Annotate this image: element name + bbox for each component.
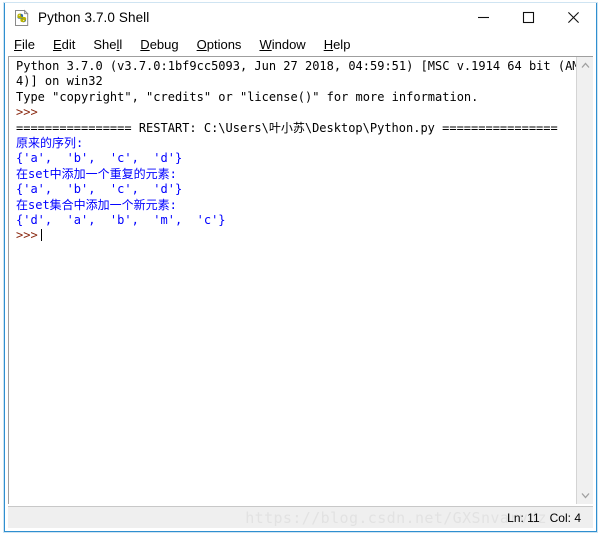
menu-item-edit[interactable]: Edit	[53, 37, 84, 52]
minimize-icon	[478, 16, 489, 19]
vertical-scrollbar[interactable]	[576, 57, 593, 504]
shell-prompt-line: >>>	[16, 228, 576, 243]
shell-line: 在set集合中添加一个新元素:	[16, 197, 177, 212]
menu-item-file[interactable]: File	[14, 37, 44, 52]
shell-body: Python 3.7.0 (v3.7.0:1bf9cc5093, Jun 27 …	[8, 56, 593, 504]
shell-line: 原来的序列:	[16, 136, 84, 151]
menu-item-window[interactable]: Window	[259, 37, 314, 52]
scrollbar-track[interactable]	[576, 74, 593, 487]
scroll-up-icon[interactable]	[577, 57, 594, 74]
shell-text-area[interactable]: Python 3.7.0 (v3.7.0:1bf9cc5093, Jun 27 …	[9, 57, 576, 504]
shell-line: Python 3.7.0 (v3.7.0:1bf9cc5093, Jun 27 …	[16, 59, 576, 73]
shell-line: >>>	[16, 105, 45, 120]
window-controls	[461, 3, 596, 32]
maximize-button[interactable]	[506, 3, 551, 32]
shell-line: {'a', 'b', 'c', 'd'}	[16, 151, 183, 166]
shell-prompt: >>>	[16, 228, 38, 243]
status-column-indicator: Col: 4	[549, 510, 581, 525]
shell-line: 在set中添加一个重复的元素:	[16, 166, 177, 181]
shell-line: 4)] on win32	[16, 74, 103, 89]
window-title: Python 3.7.0 Shell	[38, 10, 150, 25]
python-shell-window: Python 3.7.0 Shell File Edit Shell Debug…	[3, 2, 598, 533]
close-icon	[568, 12, 579, 23]
menu-bar: File Edit Shell Debug Options Window Hel…	[5, 32, 596, 56]
title-bar[interactable]: Python 3.7.0 Shell	[5, 3, 596, 32]
shell-line: ================ RESTART: C:\Users\叶小苏\D…	[16, 120, 558, 135]
menu-item-debug[interactable]: Debug	[140, 37, 187, 52]
maximize-icon	[522, 11, 535, 24]
watermark-text: https://blog.csdn.net/GXSnvarvdz	[245, 508, 547, 527]
menu-item-shell[interactable]: Shell	[93, 37, 131, 52]
shell-line: Type "copyright", "credits" or "license(…	[16, 89, 479, 104]
text-cursor	[40, 229, 43, 242]
close-button[interactable]	[551, 3, 596, 32]
minimize-button[interactable]	[461, 3, 506, 32]
shell-line: {'d', 'a', 'b', 'm', 'c'}	[16, 213, 226, 228]
scroll-down-icon[interactable]	[577, 487, 594, 504]
shell-line: {'a', 'b', 'c', 'd'}	[16, 182, 183, 197]
status-line-indicator: Ln: 11	[507, 510, 540, 525]
menu-item-help[interactable]: Help	[324, 37, 360, 52]
python-file-icon	[13, 9, 31, 27]
menu-item-options[interactable]: Options	[197, 37, 251, 52]
status-bar: https://blog.csdn.net/GXSnvarvdz Ln: 11 …	[8, 506, 593, 528]
